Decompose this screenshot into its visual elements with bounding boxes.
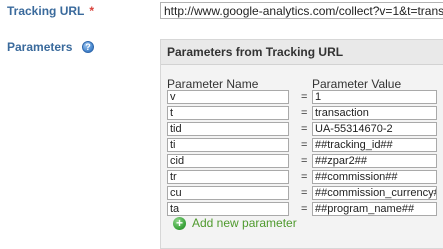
param-name-input[interactable]: tid: [167, 122, 289, 136]
add-new-parameter-link[interactable]: Add new parameter: [192, 216, 297, 230]
equals-sign: =: [301, 203, 308, 215]
equals-sign: =: [301, 139, 308, 151]
column-header-name: Parameter Name: [167, 77, 259, 91]
param-name-input[interactable]: tr: [167, 170, 289, 184]
parameters-panel: Parameters from Tracking URL Parameter N…: [160, 39, 443, 249]
panel-title: Parameters from Tracking URL: [161, 40, 443, 65]
equals-sign: =: [301, 171, 308, 183]
param-value-input[interactable]: UA-55314670-2: [312, 122, 437, 136]
param-value-input[interactable]: ##commission##: [312, 170, 437, 184]
plus-circle-icon[interactable]: +: [173, 216, 186, 230]
param-name-input[interactable]: ta: [167, 202, 289, 216]
add-parameter-row[interactable]: + Add new parameter: [173, 216, 297, 230]
equals-sign: =: [301, 187, 308, 199]
help-icon[interactable]: ?: [82, 41, 94, 53]
param-name-input[interactable]: v: [167, 90, 289, 104]
param-value-input[interactable]: ##commission_currency##: [312, 186, 437, 200]
required-marker: *: [89, 4, 95, 18]
tracking-url-label-text: Tracking URL: [7, 4, 85, 18]
param-name-input[interactable]: t: [167, 106, 289, 120]
param-value-input[interactable]: ##program_name##: [312, 202, 437, 216]
equals-sign: =: [301, 91, 308, 103]
param-value-input[interactable]: 1: [312, 90, 437, 104]
equals-sign: =: [301, 155, 308, 167]
param-name-input[interactable]: cu: [167, 186, 289, 200]
param-name-input[interactable]: cid: [167, 154, 289, 168]
param-value-input[interactable]: ##tracking_id##: [312, 138, 437, 152]
param-value-input[interactable]: transaction: [312, 106, 437, 120]
equals-sign: =: [301, 123, 308, 135]
param-value-input[interactable]: ##zpar2##: [312, 154, 437, 168]
parameters-label: Parameters: [7, 40, 73, 54]
tracking-url-label: Tracking URL *: [7, 4, 94, 18]
param-name-input[interactable]: ti: [167, 138, 289, 152]
equals-sign: =: [301, 107, 308, 119]
column-header-value: Parameter Value: [312, 77, 402, 91]
tracking-url-input[interactable]: [160, 2, 443, 19]
